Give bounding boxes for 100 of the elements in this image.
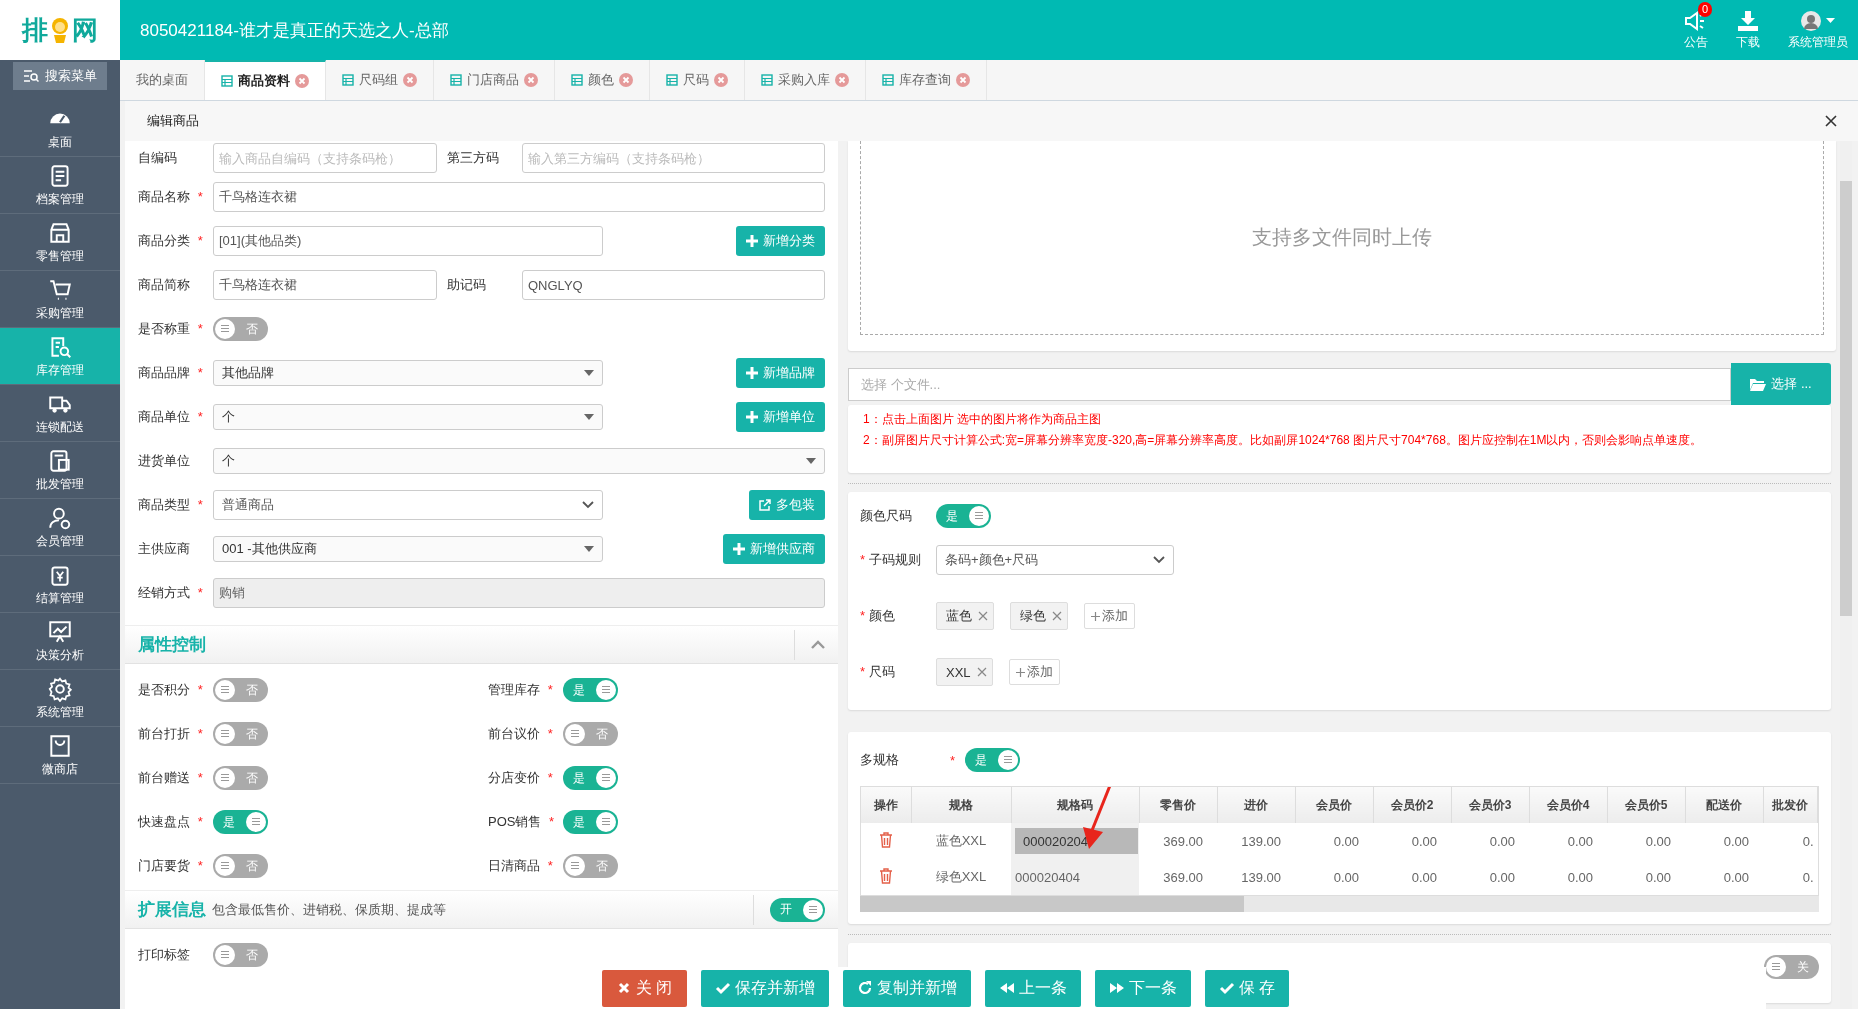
input-field[interactable]: QNGLYQ (522, 270, 825, 300)
input-field[interactable]: 千鸟格连衣裙 (213, 182, 825, 212)
dropdown[interactable]: 普通商品 (213, 490, 603, 520)
add-tag-button[interactable]: 添加 (1084, 603, 1135, 629)
column-header: 批发价 (1763, 787, 1818, 823)
tab[interactable]: 尺码 (650, 60, 745, 100)
logo: 排 网 (0, 0, 120, 60)
field-label: 商品类型 * (138, 496, 204, 514)
table-icon (450, 74, 462, 86)
remove-icon[interactable] (978, 611, 988, 621)
remove-icon[interactable] (976, 667, 987, 677)
field-label: 第三方码 (447, 149, 500, 167)
input-field[interactable]: [01](其他品类) (213, 226, 603, 256)
plus-icon (1015, 667, 1025, 677)
plus-icon (746, 411, 758, 423)
note-text: 1：点击上面图片 选中的图片将作为商品主图 (863, 411, 1102, 428)
trash-icon[interactable] (879, 867, 893, 884)
add-tag-button[interactable]: 添加 (1008, 659, 1060, 685)
upload-hint: 支持多文件同时上传 (1252, 225, 1432, 250)
table-icon (342, 74, 354, 86)
table-cell-text: 0. (1801, 868, 1815, 887)
tab[interactable]: 颜色 (555, 60, 650, 100)
section-note: 包含最低售价、进销税、保质期、提成等 (212, 900, 446, 919)
field-label: 日清商品 * (488, 857, 554, 875)
table-cell-text: 0.00 (1566, 868, 1594, 887)
rewind-icon (998, 980, 1015, 996)
chevron-icon (582, 501, 594, 509)
check-icon (714, 980, 731, 996)
field-label: * 子码规则 (860, 551, 922, 569)
sidebar-label: 微商店 (42, 760, 78, 778)
tag[interactable]: XXL (936, 658, 993, 686)
download-icon (1736, 9, 1760, 32)
column-header: 配送价 (1685, 787, 1763, 823)
table-cell: 0.00 (1529, 823, 1607, 859)
avatar-icon (1800, 9, 1836, 32)
dropdown[interactable]: 个 (213, 448, 825, 474)
column-header: 会员价2 (1373, 787, 1451, 823)
plus-icon (1091, 611, 1100, 621)
close-icon[interactable] (1824, 114, 1838, 128)
table-cell-text: 0.00 (1332, 868, 1360, 887)
tab[interactable]: 尺码组 (326, 60, 434, 100)
sidebar-label: 批发管理 (36, 475, 84, 493)
tab[interactable]: 商品资料 (205, 60, 326, 100)
table-cell: 000020404 (1015, 869, 1081, 885)
tab-label: 我的桌面 (136, 71, 188, 89)
field-label: 商品简称 (138, 276, 191, 294)
plus-icon (746, 367, 758, 379)
tab[interactable]: 采购入库 (745, 60, 866, 100)
tag[interactable]: 蓝色 (936, 602, 994, 630)
table-cell: 000020204 (1015, 828, 1138, 854)
action-label: 下载 (1736, 33, 1760, 51)
search-menu-button[interactable]: 搜索菜单 (13, 62, 107, 90)
horizontal-scrollbar[interactable] (860, 896, 1819, 912)
field-label: 快速盘点 * (138, 813, 204, 831)
table-cell-text: 0.00 (1410, 868, 1438, 887)
input-field[interactable]: 输入商品自编码（支持条码枪） (213, 143, 437, 173)
tag[interactable]: 绿色 (1010, 602, 1068, 630)
footer-button[interactable]: 关 闭 (602, 969, 687, 1007)
tab-label: 门店商品 (467, 71, 519, 89)
folder-icon (1750, 377, 1767, 391)
tab[interactable]: 库存查询 (866, 60, 987, 100)
bag-icon (47, 732, 73, 759)
field-label: 商品单位 * (138, 408, 204, 426)
sidebar-label: 结算管理 (36, 589, 84, 607)
remove-icon[interactable] (1052, 611, 1062, 621)
sidebar-label: 会员管理 (36, 532, 84, 550)
table-cell: 0.00 (1685, 823, 1763, 859)
panel-title: 编辑商品 (147, 112, 199, 130)
file-input[interactable]: 选择 个文件... (848, 367, 1731, 401)
caret-icon (584, 414, 594, 420)
table-cell: 0.00 (1607, 823, 1685, 859)
dropdown[interactable]: 个 (213, 404, 603, 430)
table-cell: 139.00 (1217, 823, 1295, 859)
settings-icon (47, 675, 73, 702)
dropdown[interactable]: 条码+颜色+尺码 (936, 545, 1174, 575)
column-header: 规格 (911, 787, 1011, 823)
dropdown[interactable]: 其他品牌 (213, 360, 603, 386)
tab-label: 尺码 (683, 71, 709, 89)
column-header: 会员价 (1295, 787, 1373, 823)
field-label: * 颜色 (860, 607, 896, 625)
input-field[interactable]: 购销 (213, 578, 825, 608)
field-label: 商品名称 * (138, 188, 204, 206)
tab-label: 颜色 (588, 71, 614, 89)
table-cell-text: 139.00 (1240, 868, 1282, 887)
table-cell: 369.00 (1139, 823, 1217, 859)
trash-icon[interactable] (879, 831, 893, 848)
field-label: 颜色尺码 (860, 507, 913, 525)
table-icon (666, 74, 678, 86)
tab[interactable]: 门店商品 (434, 60, 555, 100)
input-field[interactable]: 千鸟格连衣裙 (213, 270, 437, 300)
collapse-icon[interactable] (811, 640, 825, 649)
dropdown[interactable]: 001 -其他供应商 (213, 536, 603, 562)
check-icon (1218, 980, 1235, 996)
field-label: 前台打折 * (138, 725, 204, 743)
field-label: 自编码 (138, 149, 178, 167)
field-label: 前台议价 * (488, 725, 554, 743)
upload-dropzone[interactable]: 支持多文件同时上传 (860, 141, 1824, 335)
section-title: 扩展信息 (138, 899, 206, 921)
table-icon (761, 74, 773, 86)
field-label: 管理库存 * (488, 681, 554, 699)
